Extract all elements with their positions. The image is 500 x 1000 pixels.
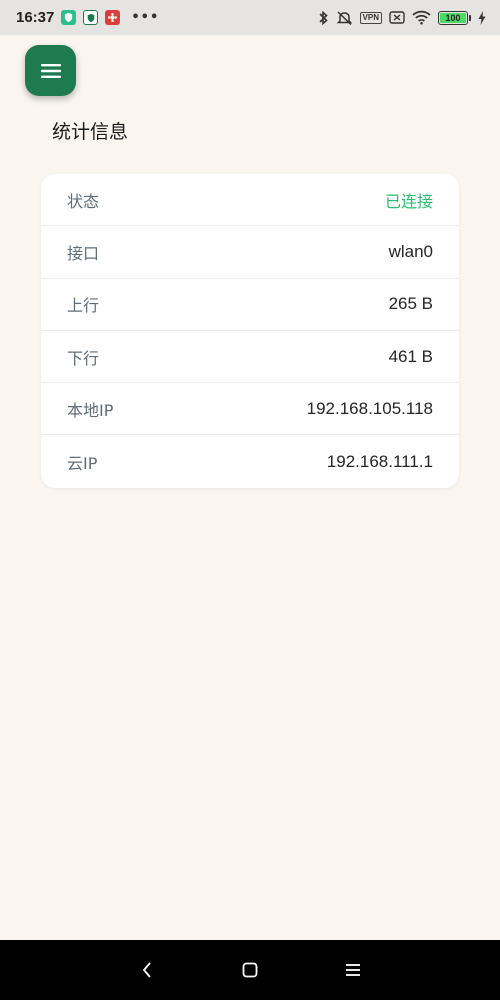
download-label: 下行: [67, 348, 100, 368]
download-value: 461 B: [388, 346, 433, 366]
menu-button[interactable]: [25, 45, 76, 96]
back-button[interactable]: [132, 955, 162, 985]
wifi-icon: [412, 10, 431, 25]
status-bar-right: VPN 100: [318, 10, 486, 26]
menu-icon: [40, 63, 61, 78]
cloud-ip-value: 192.168.111.1: [326, 451, 433, 471]
upload-value: 265 B: [388, 294, 433, 314]
interface-value: wlan0: [388, 241, 433, 261]
recents-button[interactable]: [338, 955, 368, 985]
back-icon: [143, 962, 152, 978]
bluetooth-icon: [318, 10, 329, 26]
vpn-icon: VPN: [359, 11, 382, 24]
status-label: 状态: [67, 191, 100, 211]
shield-app-icon: [83, 10, 99, 25]
upload-row: 上行 265 B: [41, 279, 459, 331]
local-ip-value: 192.168.105.118: [306, 398, 433, 418]
stats-card: 状态 已连接 接口 wlan0 上行 265 B 下行 461 B 本地IP 1…: [41, 174, 459, 488]
status-bar-left: 16:37 •••: [16, 9, 159, 26]
local-ip-label: 本地IP: [67, 400, 114, 420]
battery-level: 100: [440, 12, 466, 23]
home-icon: [242, 962, 258, 978]
interface-label: 接口: [67, 243, 100, 263]
battery-icon: 100: [438, 10, 471, 25]
recents-icon: [345, 964, 360, 976]
page-title: 统计信息: [52, 121, 129, 143]
local-ip-row: 本地IP 192.168.105.118: [41, 383, 459, 436]
status-bar: 16:37 ••• VPN 100: [0, 0, 500, 35]
mute-icon: [336, 10, 353, 26]
flower-app-icon: [105, 10, 121, 25]
cloud-ip-label: 云IP: [67, 453, 98, 473]
shield-app-icon: [61, 10, 77, 25]
navigation-bar: [0, 940, 500, 1000]
upload-label: 上行: [67, 296, 100, 316]
home-button[interactable]: [235, 955, 265, 985]
status-row: 状态 已连接: [41, 174, 459, 227]
interface-row: 接口 wlan0: [41, 226, 459, 279]
clock: 16:37: [16, 9, 55, 26]
more-notifications-icon: •••: [131, 10, 160, 25]
download-row: 下行 461 B: [41, 331, 459, 384]
status-value: 已连接: [384, 191, 433, 211]
cloud-ip-row: 云IP 192.168.111.1: [41, 435, 459, 487]
charging-icon: [478, 10, 486, 25]
sim-off-icon: [389, 11, 405, 24]
